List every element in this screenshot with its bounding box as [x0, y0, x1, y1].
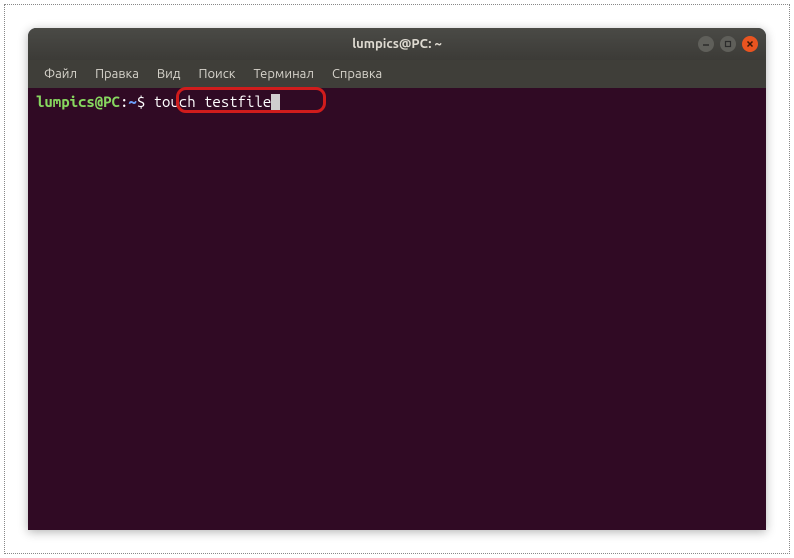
minimize-button[interactable]: [698, 36, 714, 52]
window-controls: [698, 36, 758, 52]
menu-edit[interactable]: Правка: [87, 63, 147, 85]
close-button[interactable]: [742, 36, 758, 52]
terminal-line: lumpics@PC:~$ touch testfile: [36, 92, 758, 112]
prompt-user: lumpics@PC: [36, 92, 120, 112]
cursor: [271, 94, 280, 111]
terminal-window: lumpics@PC: ~ Файл Правка Вид Поиск Терм…: [28, 28, 766, 530]
prompt-path: ~: [128, 92, 136, 112]
menu-search[interactable]: Поиск: [190, 63, 243, 85]
command-text: touch testfile: [145, 92, 271, 112]
close-icon: [746, 40, 754, 48]
menubar: Файл Правка Вид Поиск Терминал Справка: [28, 60, 766, 88]
maximize-icon: [724, 40, 732, 48]
prompt-colon: :: [120, 92, 128, 112]
prompt-dollar: $: [137, 92, 145, 112]
maximize-button[interactable]: [720, 36, 736, 52]
window-title: lumpics@PC: ~: [352, 37, 442, 51]
menu-view[interactable]: Вид: [149, 63, 189, 85]
titlebar[interactable]: lumpics@PC: ~: [28, 28, 766, 60]
menu-terminal[interactable]: Терминал: [245, 63, 321, 85]
minimize-icon: [702, 40, 710, 48]
menu-file[interactable]: Файл: [36, 63, 85, 85]
menu-help[interactable]: Справка: [324, 63, 390, 85]
terminal-body[interactable]: lumpics@PC:~$ touch testfile: [28, 88, 766, 530]
